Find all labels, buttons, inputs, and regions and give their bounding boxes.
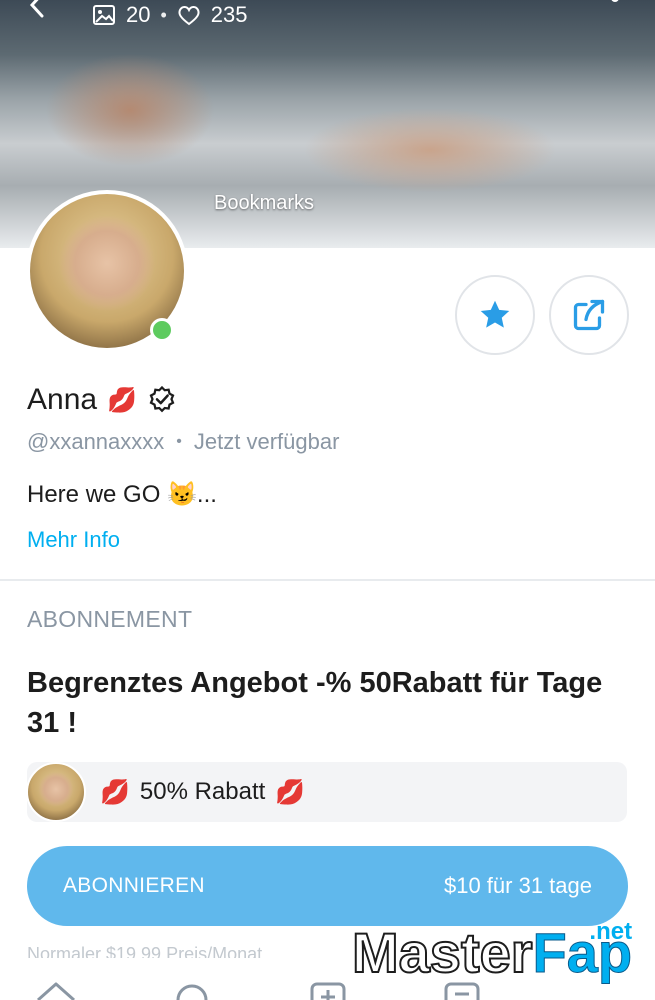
profile-handle: @xxannaxxxx <box>27 429 165 454</box>
watermark-logo: Master Fap .net <box>351 918 633 1000</box>
lips-emoji: 💋 <box>107 386 137 414</box>
verified-icon <box>149 385 175 413</box>
subscription-section-label: ABONNEMENT <box>27 606 193 632</box>
availability-status: Jetzt verfügbar <box>193 429 340 454</box>
watermark-part-master: Master <box>351 920 534 985</box>
favorite-button[interactable] <box>455 275 535 355</box>
profile-bio: Here we GO 😼... <box>27 481 217 508</box>
search-icon[interactable] <box>170 978 214 1000</box>
promo-text-row: 💋 50% Rabatt 💋 <box>100 778 305 807</box>
subscribe-button[interactable]: ABONNIEREN $10 für 31 tage <box>27 846 628 926</box>
stats-separator: • <box>160 4 167 25</box>
promo-text: 50% Rabatt <box>139 778 266 805</box>
star-icon <box>480 300 510 328</box>
promo-emoji-right: 💋 <box>275 778 306 806</box>
profile-name-row: Anna 💋 <box>27 383 177 417</box>
likes-count: 235 <box>210 2 248 27</box>
subscribe-label: ABONNIEREN <box>63 874 205 897</box>
home-icon[interactable] <box>34 978 78 1000</box>
promo-avatar <box>26 762 86 822</box>
add-icon[interactable] <box>306 978 350 1000</box>
share-icon <box>573 299 605 331</box>
subscribe-price: $10 für 31 tage <box>443 873 592 898</box>
images-count: 20 <box>126 2 151 27</box>
more-icon[interactable] <box>600 0 630 14</box>
back-icon[interactable] <box>26 0 52 18</box>
promo-emoji-left: 💋 <box>100 778 130 806</box>
section-divider <box>0 579 655 581</box>
online-status-indicator <box>150 318 174 342</box>
share-button[interactable] <box>549 275 629 355</box>
watermark-suffix: .net <box>589 918 633 945</box>
heart-icon <box>178 6 200 26</box>
offer-title: Begrenztes Angebot -% 50Rabatt für Tage … <box>27 667 603 739</box>
handle-separator: • <box>176 433 182 450</box>
profile-handle-row: @xxannaxxxx • Jetzt verfügbar <box>27 429 339 455</box>
bookmarks-label: Bookmarks <box>214 192 315 214</box>
more-info-link[interactable]: Mehr Info <box>27 527 120 553</box>
cover-stats: 20 • 235 <box>92 2 248 28</box>
profile-name: Anna <box>27 383 98 416</box>
promo-banner: 💋 50% Rabatt 💋 <box>26 762 627 822</box>
image-icon <box>93 5 115 25</box>
